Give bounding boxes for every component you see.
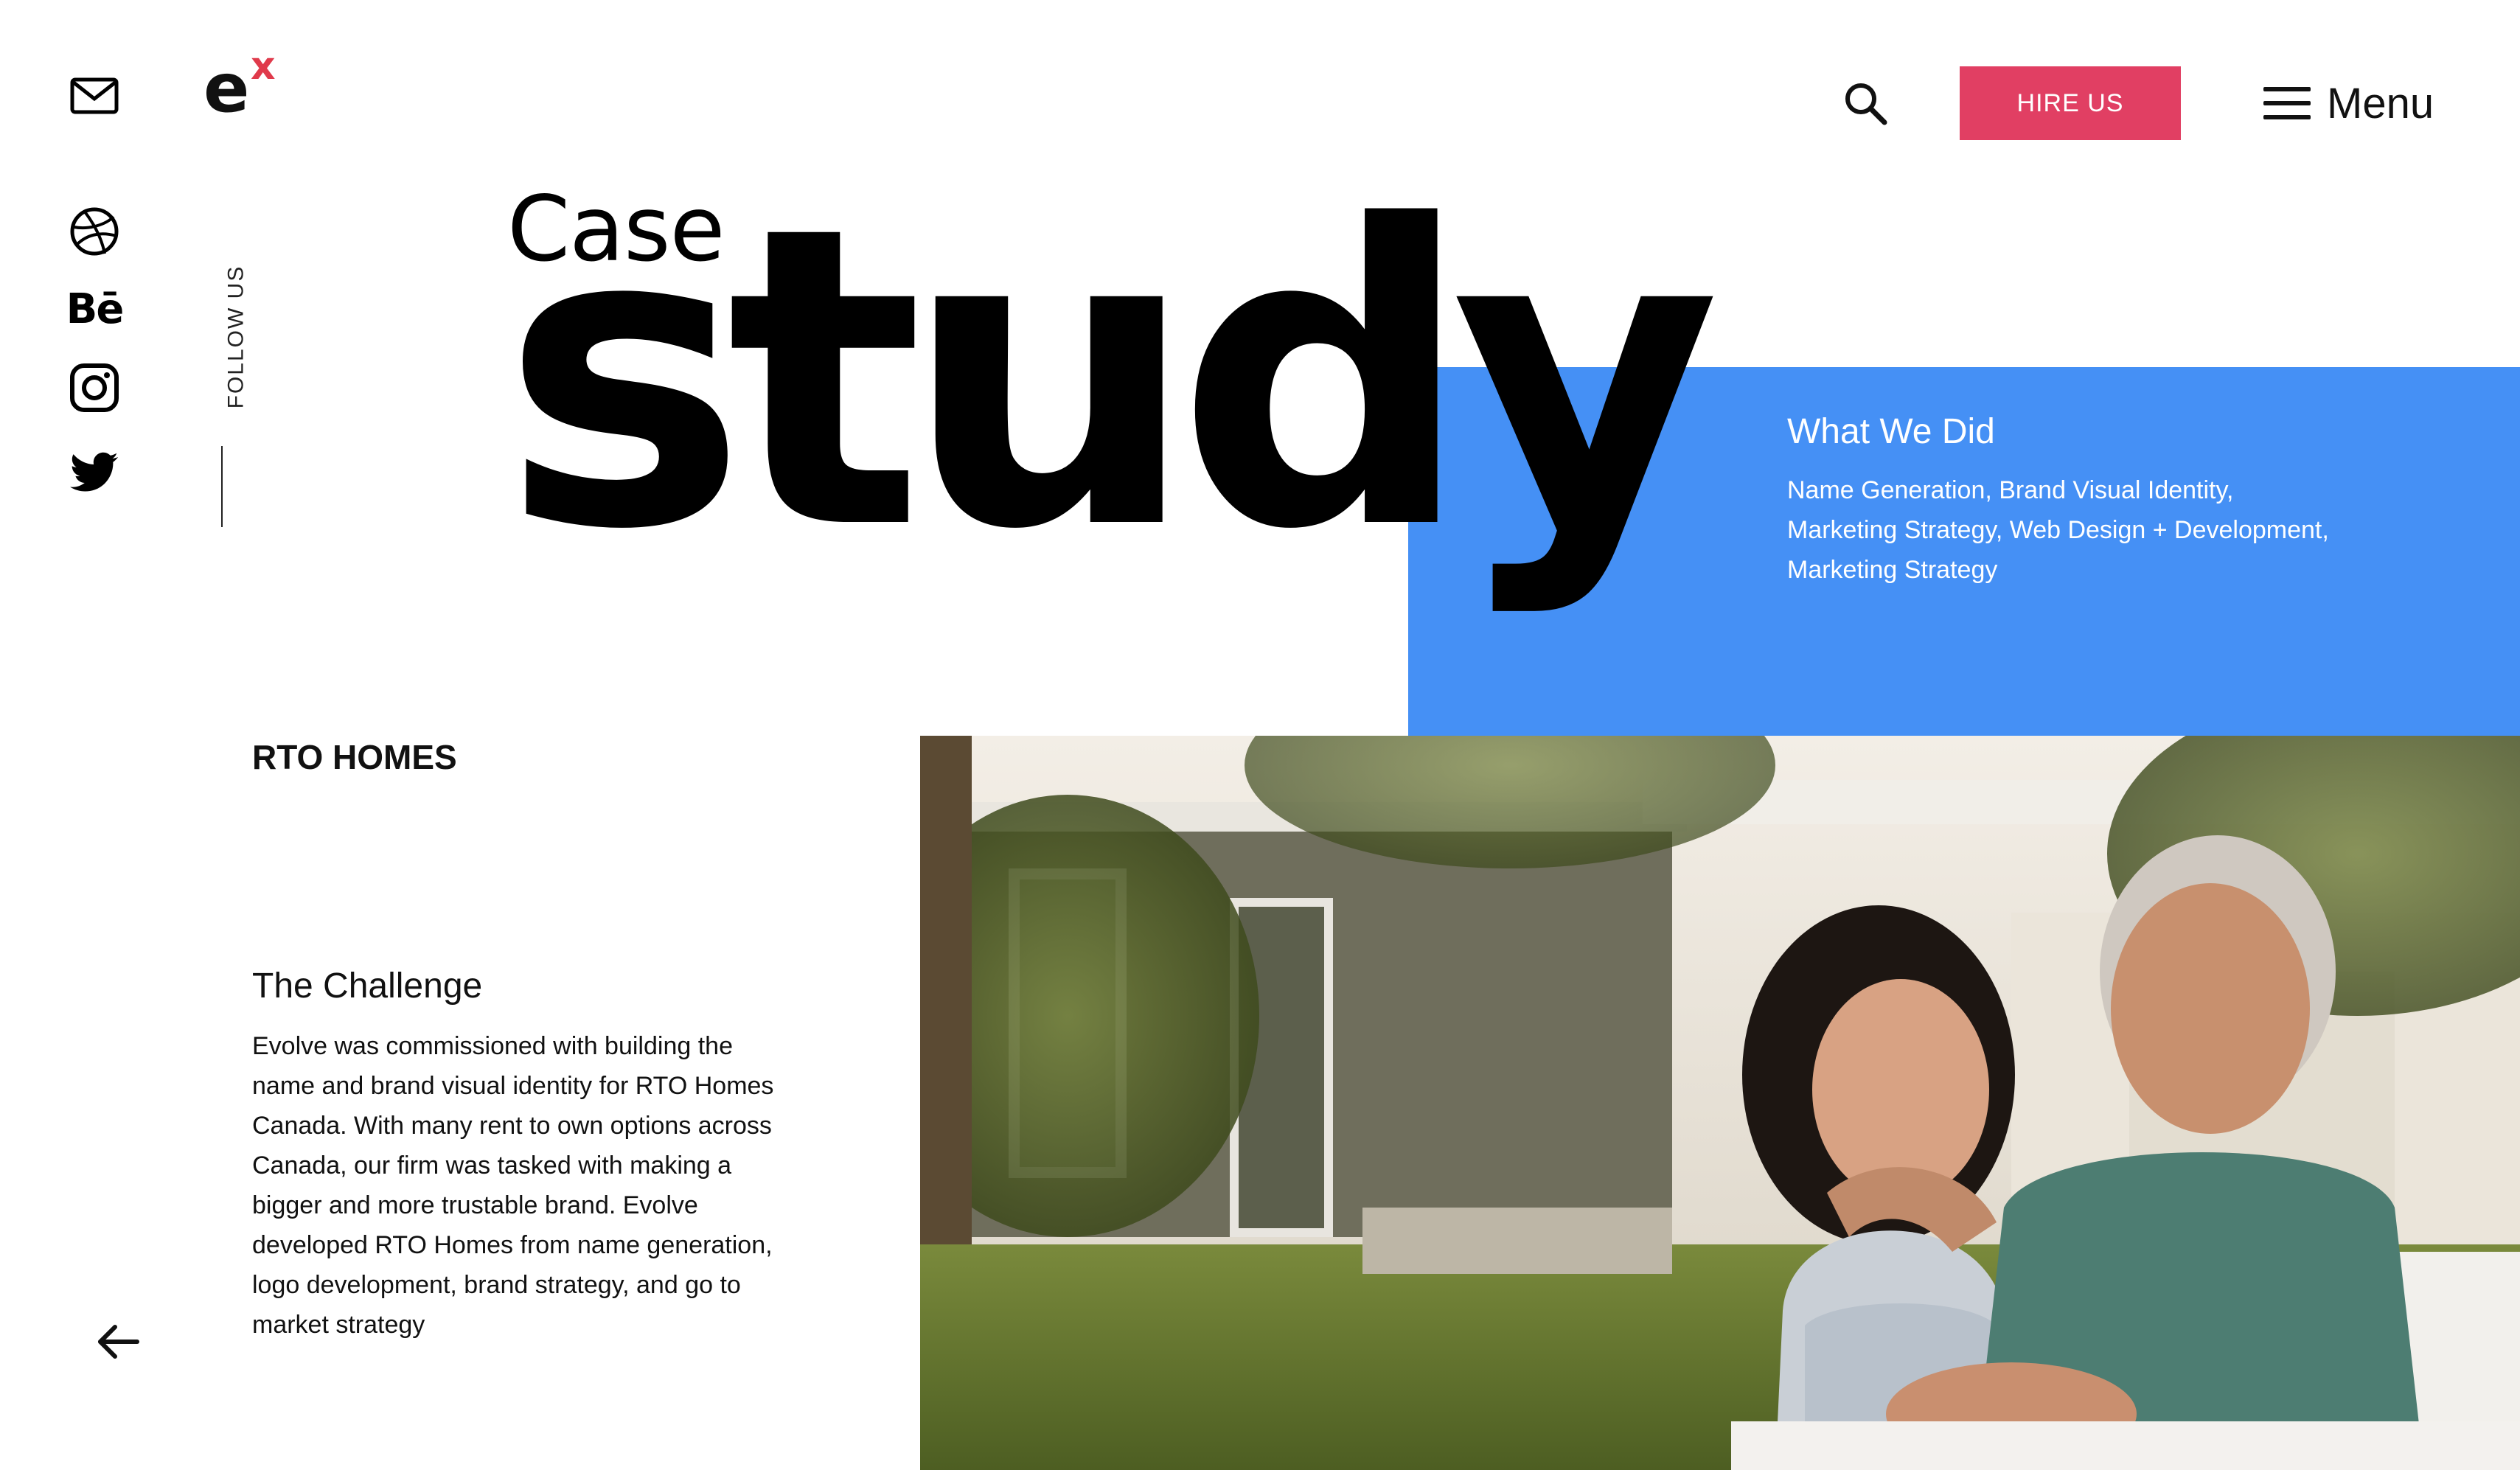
follow-divider xyxy=(221,446,223,527)
search-icon xyxy=(1845,83,1887,125)
mail-icon[interactable] xyxy=(68,69,121,122)
hero-title-study: study xyxy=(501,139,1721,620)
instagram-icon[interactable] xyxy=(68,361,121,414)
hero-photo xyxy=(920,736,2520,1470)
behance-text: Bē xyxy=(66,285,125,333)
challenge-title: The Challenge xyxy=(252,966,483,1006)
what-we-did-block: What We Did Name Generation, Brand Visua… xyxy=(1787,410,2329,590)
menu-button[interactable]: Menu xyxy=(2263,74,2434,133)
logo-mark: x xyxy=(251,44,276,88)
hire-us-button[interactable]: HIRE US xyxy=(1960,66,2181,140)
back-button[interactable] xyxy=(88,1312,147,1371)
services-list: Name Generation, Brand Visual Identity, … xyxy=(1787,476,2329,584)
behance-icon[interactable]: Bē xyxy=(66,283,125,336)
challenge-body: Evolve was commissioned with building th… xyxy=(252,1032,774,1339)
dribbble-icon[interactable] xyxy=(68,205,121,258)
what-we-did-title: What We Did xyxy=(1787,412,1995,451)
evolve-logo[interactable]: e x xyxy=(203,47,285,128)
arrow-left-icon xyxy=(98,1325,139,1359)
logo-letter: e xyxy=(203,49,250,128)
hamburger-icon xyxy=(2263,87,2311,119)
menu-label: Menu xyxy=(2327,79,2434,128)
project-name: RTO HOMES xyxy=(252,738,457,776)
twitter-icon[interactable] xyxy=(68,445,121,498)
follow-us-label: FOLLOW US xyxy=(223,265,248,409)
search-button[interactable] xyxy=(1836,74,1895,133)
